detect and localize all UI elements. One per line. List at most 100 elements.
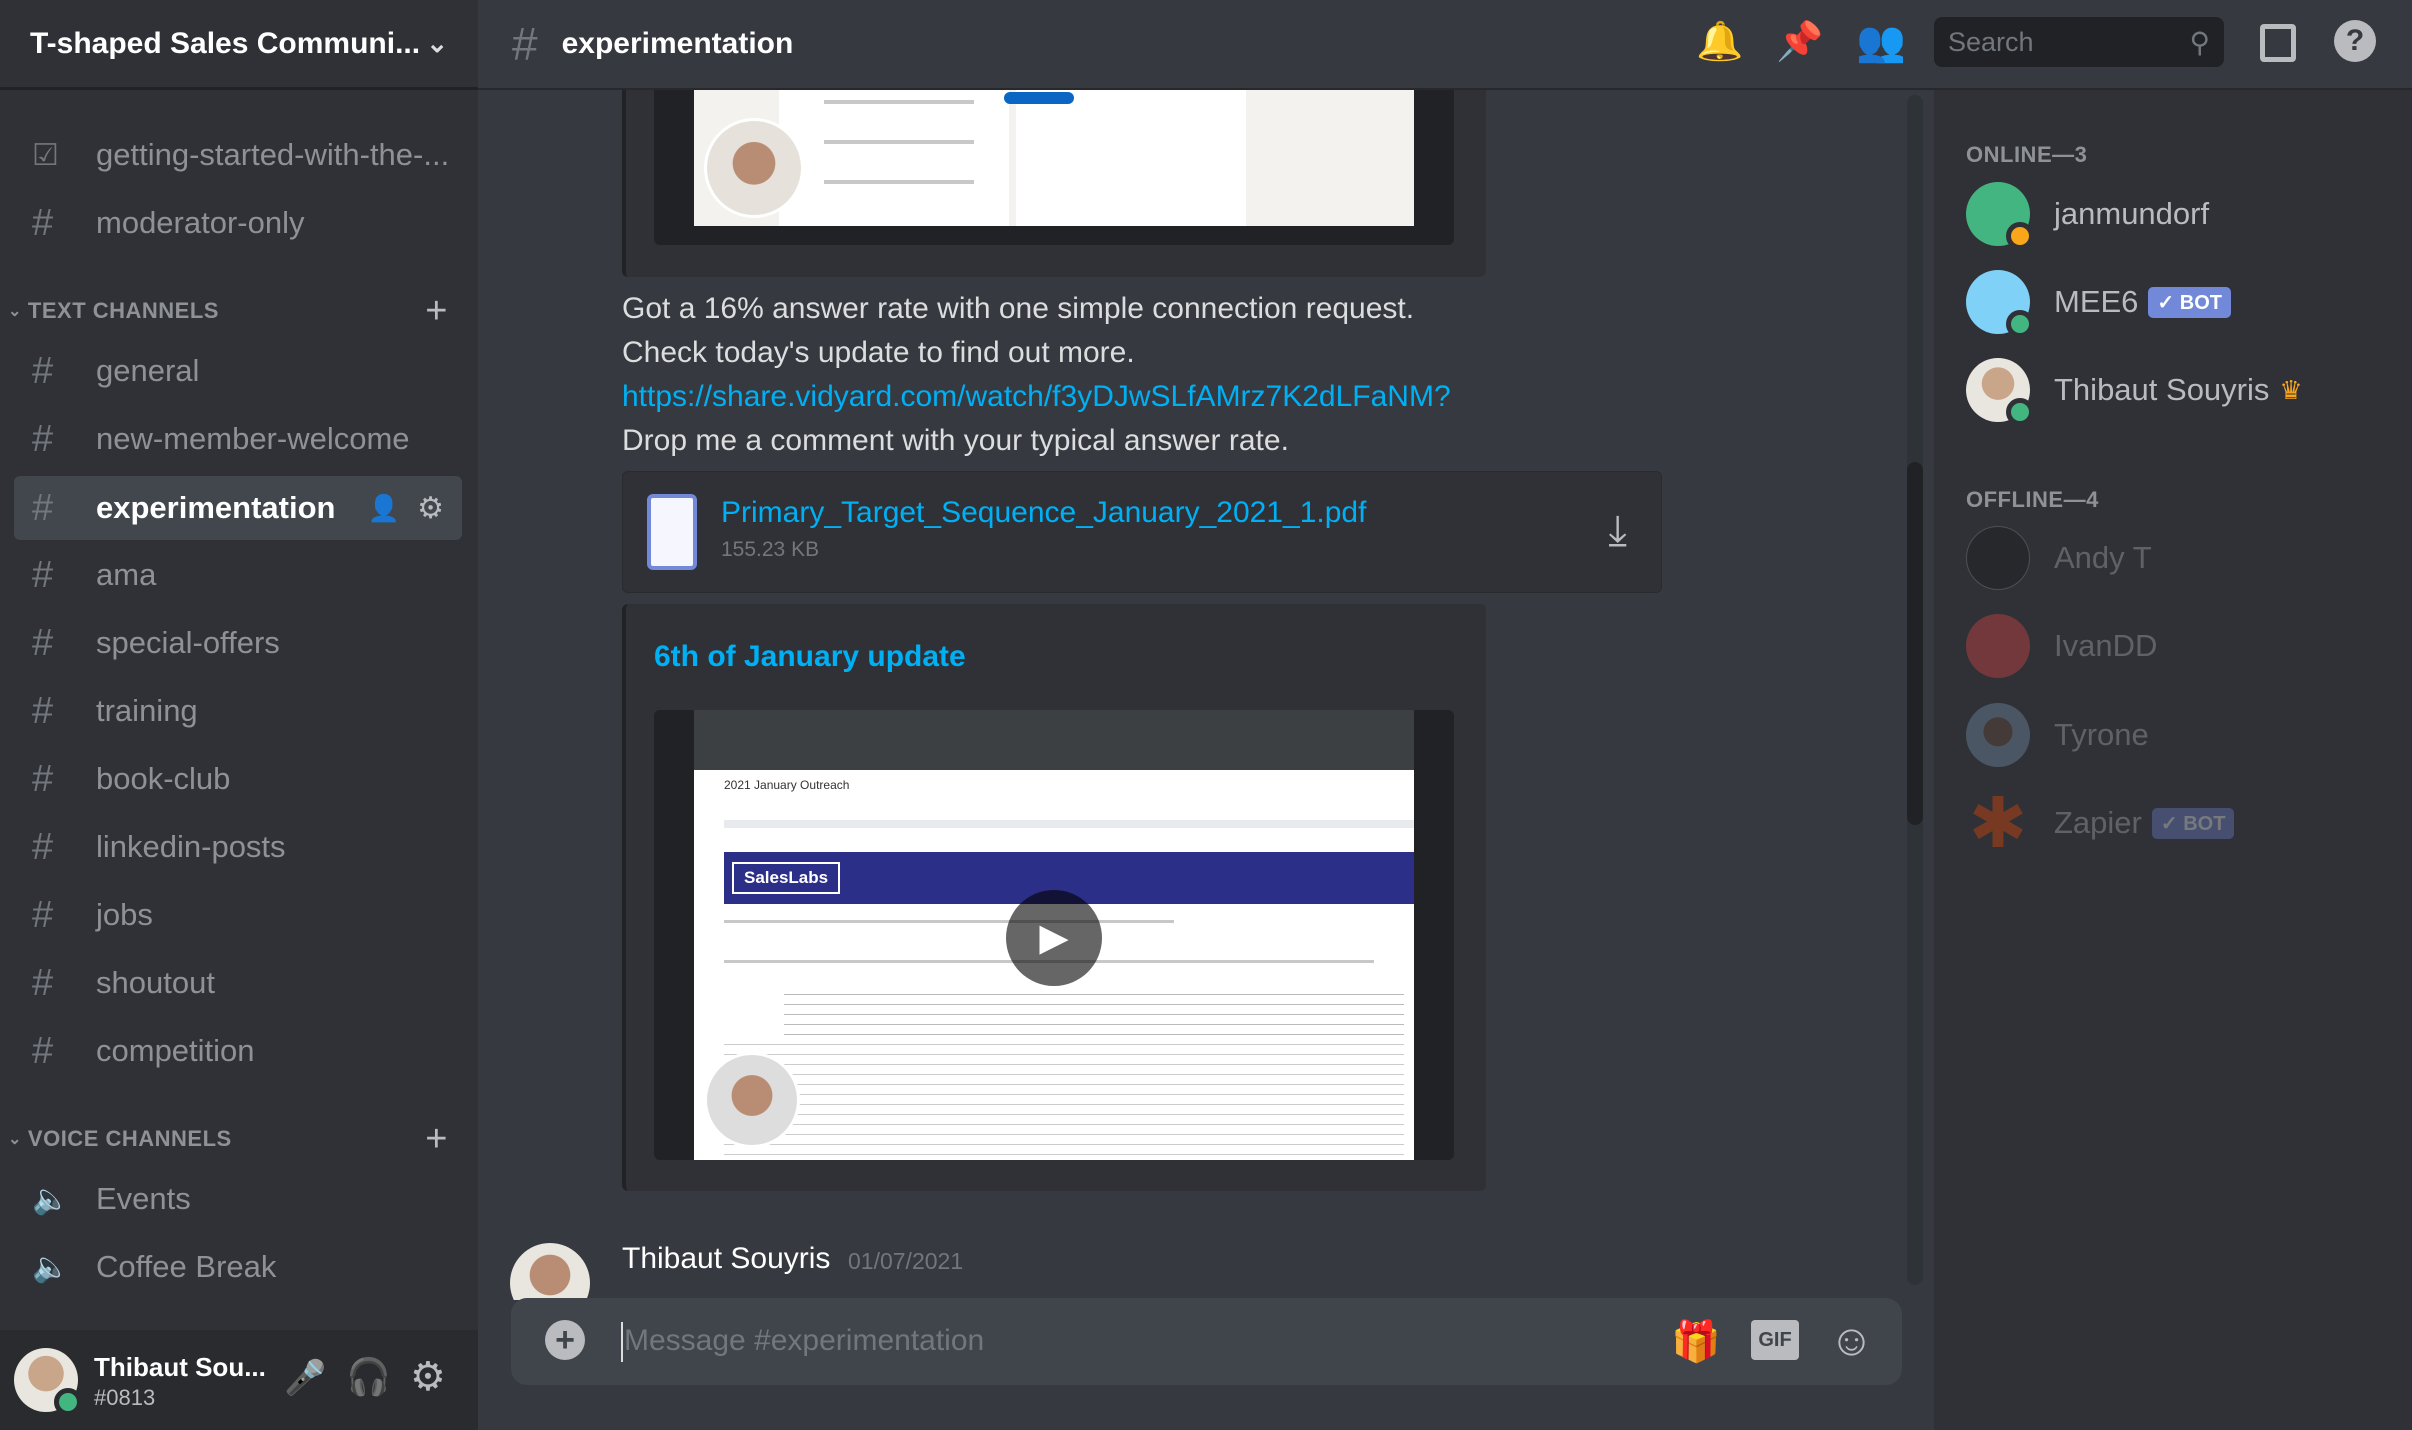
pdf-file-icon (647, 494, 697, 570)
members-icon[interactable]: 👥 (1856, 18, 1906, 65)
member-mee6[interactable]: MEE6 ✓ BOT (1966, 267, 2231, 338)
channel-label: shoutout (96, 965, 215, 1000)
member-zapier[interactable]: ✱ Zapier ✓ BOT (1966, 788, 2235, 858)
pin-icon[interactable]: 📌 (1776, 20, 1823, 64)
gear-icon[interactable]: ⚙ (410, 1354, 446, 1400)
channel-label: new-member-welcome (96, 421, 410, 456)
channel-general[interactable]: # general (14, 339, 462, 403)
emoji-icon[interactable]: ☺ (1829, 1316, 1874, 1366)
bot-label: BOT (2183, 812, 2226, 835)
member-ivandd[interactable]: IvanDD (1966, 611, 2157, 681)
channel-new-member-welcome[interactable]: # new-member-welcome (14, 407, 462, 471)
author-avatar[interactable] (510, 1243, 590, 1300)
brand-label: SalesLabs (732, 862, 841, 894)
hash-icon: # (32, 553, 54, 596)
hash-icon: # (512, 18, 538, 70)
attachment-filename[interactable]: Primary_Target_Sequence_January_2021_1.p… (721, 496, 1366, 530)
voice-channel-coffee-break[interactable]: 🔈 Coffee Break (14, 1235, 462, 1299)
idle-status-icon (2006, 222, 2034, 250)
inbox-icon[interactable] (2260, 24, 2296, 62)
gear-icon[interactable]: ⚙ (417, 491, 444, 526)
channel-label: competition (96, 1033, 255, 1068)
gift-icon[interactable]: 🎁 (1671, 1318, 1721, 1365)
linkedin-screenshot[interactable] (654, 90, 1454, 245)
image-embed-top (622, 90, 1486, 277)
sheet-title: 2021 January Outreach (724, 778, 850, 792)
add-channel-icon[interactable]: + (425, 290, 448, 333)
member-name: Zapier (2054, 805, 2142, 840)
speaker-icon: 🔈 (32, 1250, 70, 1284)
member-avatar (1966, 703, 2030, 767)
member-name: Tyrone (2054, 717, 2149, 752)
chevron-down-icon: ⌄ (426, 28, 448, 58)
add-channel-icon[interactable]: + (425, 1118, 448, 1161)
server-name: T-shaped Sales Communi... (30, 26, 421, 60)
channel-label: jobs (96, 897, 153, 932)
message-author[interactable]: Thibaut Souyris (622, 1242, 830, 1276)
discord-avatar-icon (1966, 614, 2030, 678)
category-text-channels[interactable]: ⌄ TEXT CHANNELS + (8, 290, 448, 332)
video-embed: 6th of January update 2021 January Outre… (622, 604, 1486, 1191)
locked-hash-icon: # (32, 201, 54, 244)
online-header: ONLINE—3 (1966, 142, 2088, 167)
channel-linkedin-posts[interactable]: # linkedin-posts (14, 815, 462, 879)
channel-moderator-only[interactable]: # moderator-only (14, 191, 462, 255)
hash-icon: # (32, 417, 54, 460)
channel-label: special-offers (96, 625, 280, 660)
help-icon[interactable]: ? (2334, 20, 2376, 62)
channel-book-club[interactable]: # book-club (14, 747, 462, 811)
channel-special-offers[interactable]: # special-offers (14, 611, 462, 675)
channel-header: # experimentation 🔔 📌 👥 Search ⚲ (478, 0, 2224, 90)
message-composer[interactable]: + Message #experimentation 🎁 GIF ☺ (511, 1298, 1902, 1385)
video-thumbnail[interactable]: 2021 January Outreach SalesLabs ▶ (654, 710, 1454, 1160)
channel-shoutout[interactable]: # shoutout (14, 951, 462, 1015)
bot-badge: ✓ BOT (2148, 286, 2231, 318)
search-input[interactable]: Search ⚲ (1934, 17, 2224, 67)
hash-icon: # (32, 961, 54, 1004)
download-icon[interactable]: ⤓ (1608, 506, 1627, 555)
user-tag: #0813 (94, 1385, 156, 1410)
channel-label: ama (96, 557, 157, 592)
channel-competition[interactable]: # competition (14, 1019, 462, 1083)
message-link[interactable]: https://share.vidyard.com/watch/f3yDJwSL… (622, 380, 1451, 414)
channel-label: moderator-only (96, 205, 305, 240)
hash-icon: # (32, 349, 54, 392)
message-area: Got a 16% answer rate with one simple co… (478, 90, 1934, 1300)
microphone-icon[interactable]: 🎤 (284, 1358, 326, 1398)
member-andy-t[interactable]: Andy T (1966, 523, 2152, 593)
channel-label: linkedin-posts (96, 829, 286, 864)
channel-ama[interactable]: # ama (14, 543, 462, 607)
channel-jobs[interactable]: # jobs (14, 883, 462, 947)
channel-training[interactable]: # training (14, 679, 462, 743)
message-timestamp: 01/07/2021 (848, 1248, 964, 1274)
message-line: Drop me a comment with your typical answ… (622, 424, 1289, 457)
channel-experimentation[interactable]: # experimentation 👤 ⚙ (14, 476, 462, 540)
channel-getting-started[interactable]: ☑ getting-started-with-the-... (14, 123, 462, 187)
bell-icon[interactable]: 🔔 (1696, 20, 1743, 64)
member-name: MEE6 (2054, 284, 2139, 319)
search-icon: ⚲ (2189, 26, 2210, 58)
channel-label: experimentation (96, 490, 336, 525)
invite-icon[interactable]: 👤 (368, 493, 400, 524)
category-voice-channels[interactable]: ⌄ VOICE CHANNELS + (8, 1118, 448, 1160)
scrollbar[interactable] (1907, 95, 1923, 1285)
member-janmundorf[interactable]: janmundorf (1966, 179, 2209, 250)
headphones-icon[interactable]: 🎧 (346, 1356, 391, 1398)
channel-label: Coffee Break (96, 1249, 277, 1284)
composer-placeholder: Message #experimentation (624, 1324, 985, 1357)
hash-icon: # (32, 893, 54, 936)
member-thibaut-souyris[interactable]: Thibaut Souyris ♛ (1966, 355, 2303, 426)
play-icon[interactable]: ▶ (1006, 890, 1102, 986)
voice-channel-events[interactable]: 🔈 Events (14, 1167, 462, 1231)
attachment-size: 155.23 KB (721, 538, 820, 561)
presenter-avatar (704, 1052, 800, 1148)
member-tyrone[interactable]: Tyrone (1966, 700, 2149, 770)
add-attachment-icon[interactable]: + (545, 1320, 585, 1360)
embed-title[interactable]: 6th of January update (654, 640, 966, 674)
presenter-avatar (704, 118, 804, 218)
scrollbar-thumb[interactable] (1907, 462, 1923, 825)
server-header[interactable]: T-shaped Sales Communi... ⌄ (0, 0, 478, 90)
gif-button[interactable]: GIF (1751, 1320, 1799, 1360)
online-status-icon (2006, 398, 2034, 426)
rules-icon: ☑ (32, 138, 59, 172)
